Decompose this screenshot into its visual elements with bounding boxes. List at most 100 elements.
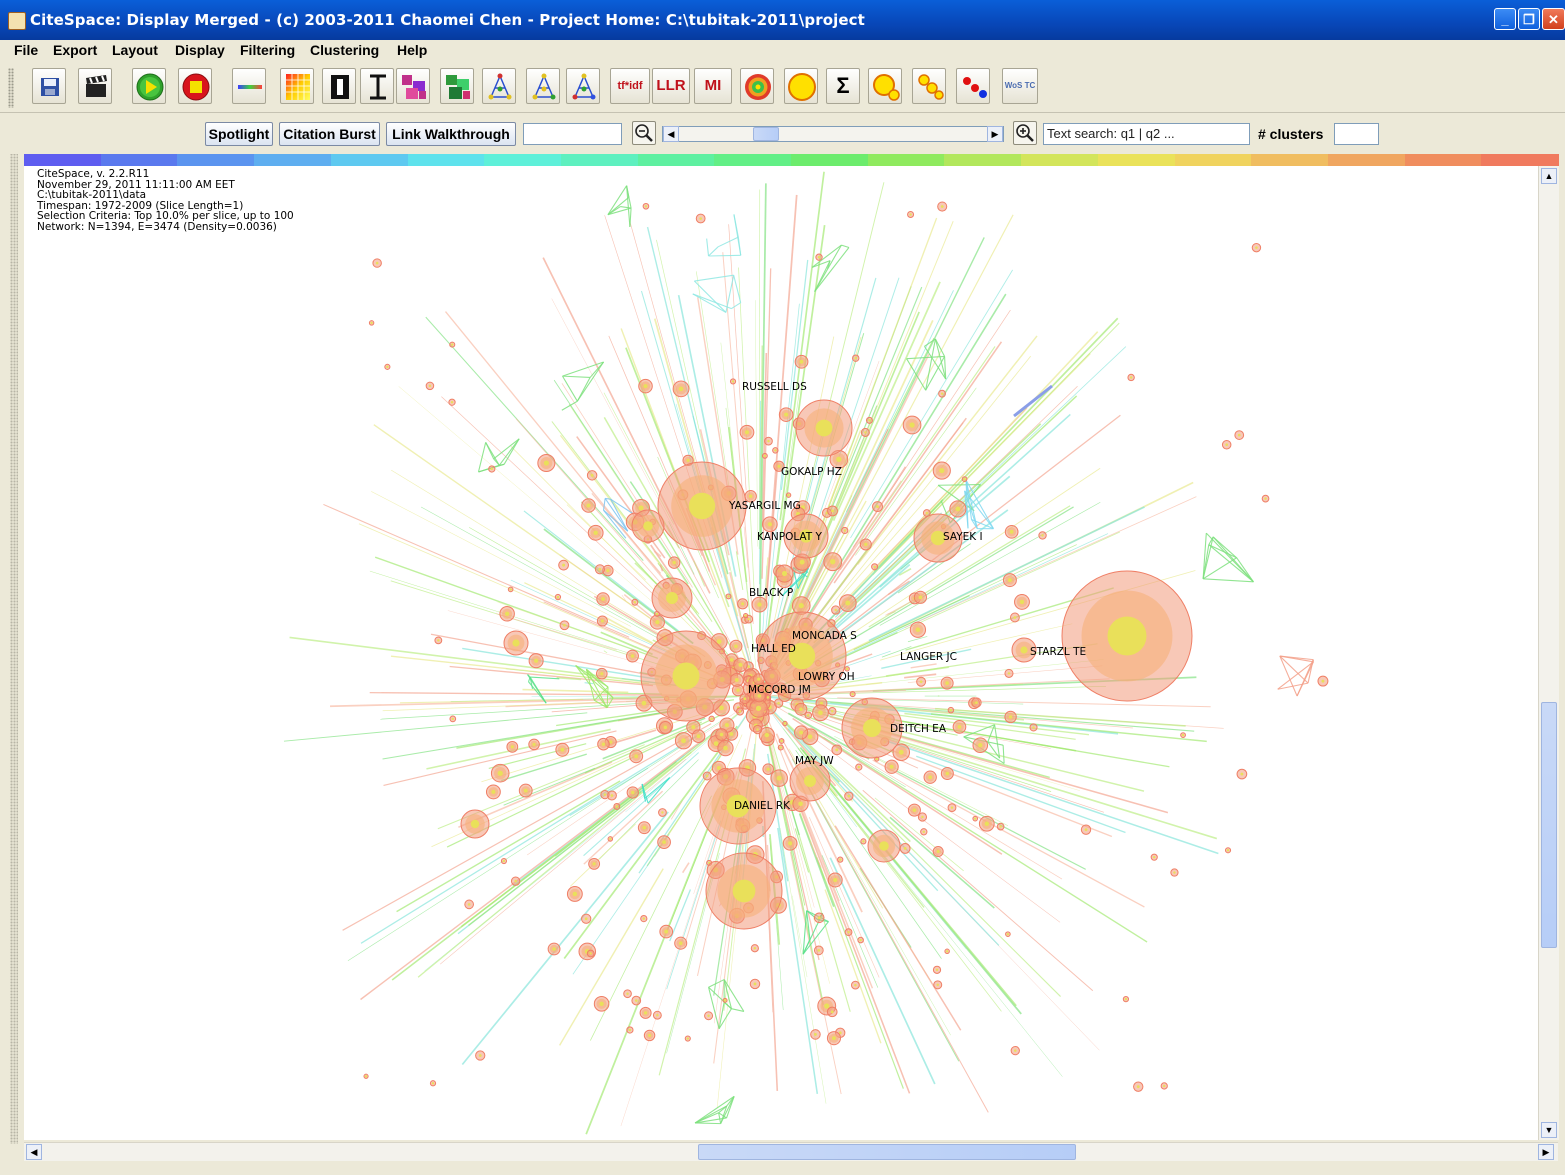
node[interactable] — [566, 886, 583, 902]
node[interactable] — [554, 593, 562, 601]
scroll-up-button[interactable]: ▲ — [1541, 168, 1557, 184]
node[interactable] — [629, 749, 644, 764]
scroll-left-button[interactable]: ◀ — [26, 1144, 42, 1160]
node[interactable] — [448, 398, 456, 406]
node[interactable] — [631, 509, 665, 543]
yellow-circle-button[interactable] — [784, 68, 818, 104]
node[interactable] — [971, 697, 982, 708]
java-app-icon[interactable] — [8, 12, 26, 30]
node[interactable] — [795, 399, 853, 457]
zoom-slider[interactable]: ◀ ▶ — [662, 126, 1004, 142]
node[interactable] — [837, 856, 844, 863]
node[interactable] — [899, 843, 911, 854]
node[interactable] — [859, 538, 872, 551]
node[interactable] — [518, 783, 533, 798]
cluster-green-button[interactable] — [440, 68, 474, 104]
node[interactable] — [762, 516, 778, 533]
line-button[interactable] — [232, 68, 266, 104]
node[interactable] — [702, 771, 712, 781]
walkthrough-field[interactable] — [523, 123, 622, 145]
node[interactable] — [717, 739, 734, 757]
zoom-in-button[interactable] — [1013, 121, 1037, 145]
node[interactable] — [640, 630, 732, 722]
toolbar-grip[interactable] — [8, 68, 14, 108]
link-walkthrough-button[interactable]: Link Walkthrough — [386, 122, 516, 146]
node[interactable] — [1261, 494, 1270, 503]
node[interactable] — [844, 928, 853, 937]
node[interactable] — [729, 378, 737, 385]
node-label[interactable]: MAY JW — [795, 755, 834, 767]
node[interactable] — [1029, 723, 1038, 732]
node[interactable] — [1014, 593, 1030, 610]
node[interactable] — [581, 498, 596, 513]
node[interactable] — [831, 744, 843, 756]
node[interactable] — [684, 1035, 691, 1042]
node[interactable] — [972, 815, 979, 822]
node[interactable] — [659, 924, 674, 939]
horizontal-scrollbar[interactable]: ◀ ▶ — [24, 1142, 1558, 1161]
node[interactable] — [503, 630, 529, 656]
node[interactable] — [528, 653, 544, 669]
node[interactable] — [1080, 824, 1092, 835]
node[interactable] — [917, 812, 928, 822]
node[interactable] — [828, 707, 837, 716]
node[interactable] — [947, 706, 955, 714]
node[interactable] — [626, 1026, 634, 1034]
tree-blue-button[interactable] — [482, 68, 516, 104]
node[interactable] — [996, 822, 1005, 831]
node[interactable] — [813, 912, 825, 924]
node[interactable] — [425, 381, 435, 391]
node-label[interactable]: DEITCH EA — [890, 723, 946, 735]
node[interactable] — [657, 835, 671, 849]
node[interactable] — [867, 829, 901, 863]
node[interactable] — [485, 784, 501, 800]
node[interactable] — [1234, 430, 1245, 440]
menu-help[interactable]: Help — [397, 42, 427, 58]
node[interactable] — [815, 253, 823, 261]
node[interactable] — [1004, 524, 1019, 539]
node[interactable] — [1009, 612, 1020, 623]
node[interactable] — [537, 453, 556, 473]
movie-button[interactable] — [78, 68, 112, 104]
stop-button[interactable] — [178, 68, 212, 104]
node[interactable] — [672, 380, 690, 398]
red-blue-dots-button[interactable] — [956, 68, 990, 104]
node[interactable] — [626, 786, 639, 799]
menu-clustering[interactable]: Clustering — [310, 42, 379, 58]
i-beam-button[interactable] — [360, 68, 394, 104]
node[interactable] — [607, 836, 614, 842]
node[interactable] — [860, 427, 870, 437]
node[interactable] — [778, 407, 794, 422]
node[interactable] — [764, 436, 773, 446]
node[interactable] — [865, 416, 873, 424]
node[interactable] — [658, 808, 667, 817]
node[interactable] — [961, 476, 968, 482]
wos-tc-button[interactable]: WoS TC — [1002, 68, 1038, 104]
yellow-circles-button[interactable] — [868, 68, 902, 104]
node[interactable] — [434, 636, 443, 645]
node[interactable] — [794, 702, 808, 716]
node[interactable] — [643, 1029, 656, 1042]
node[interactable] — [597, 737, 610, 751]
node[interactable] — [559, 620, 570, 631]
node[interactable] — [772, 447, 779, 454]
node[interactable] — [777, 744, 784, 751]
node[interactable] — [743, 613, 749, 619]
menu-export[interactable]: Export — [53, 42, 97, 58]
node[interactable] — [600, 790, 610, 800]
node[interactable] — [449, 715, 457, 723]
node[interactable] — [499, 606, 515, 622]
node[interactable] — [884, 759, 899, 774]
node[interactable] — [775, 564, 794, 583]
yellow-chain-button[interactable] — [912, 68, 946, 104]
node[interactable] — [907, 211, 915, 219]
node[interactable] — [1002, 573, 1017, 588]
node[interactable] — [938, 389, 946, 398]
tfidf-button[interactable]: tf*idf — [610, 68, 650, 104]
node[interactable] — [596, 615, 608, 627]
node-label[interactable]: SAYEK I — [943, 531, 983, 543]
save-button[interactable] — [32, 68, 66, 104]
node[interactable] — [749, 978, 761, 990]
node[interactable] — [823, 552, 843, 572]
node[interactable] — [782, 720, 788, 727]
